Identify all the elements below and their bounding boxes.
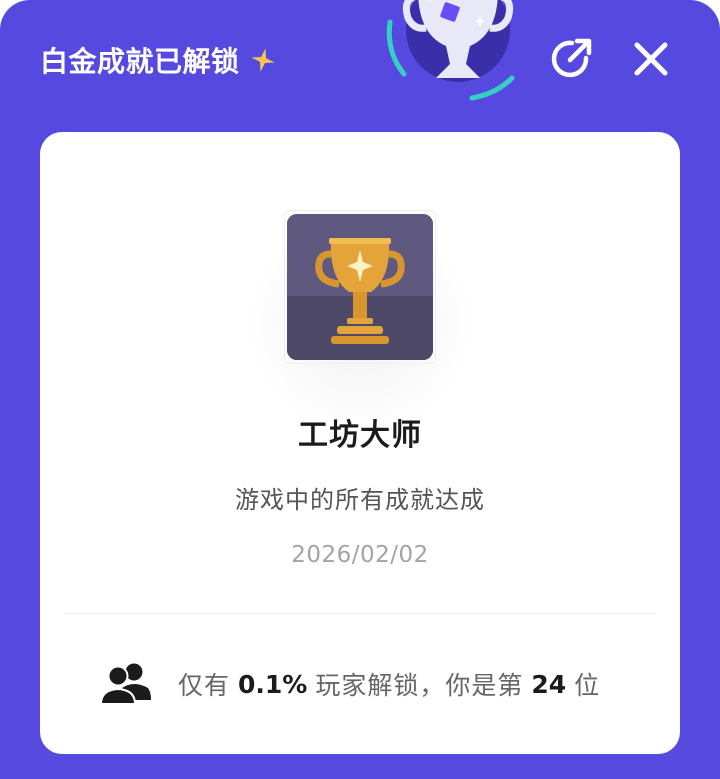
achievement-badge	[287, 214, 433, 360]
share-button[interactable]	[547, 35, 595, 83]
unlock-percent: 0.1%	[238, 669, 308, 699]
unlock-rank: 24	[531, 669, 567, 699]
divider	[64, 613, 656, 614]
trophy-icon	[384, 0, 524, 110]
users-icon	[100, 663, 151, 705]
achievement-description: 游戏中的所有成就达成	[235, 486, 485, 514]
achievement-screen: 白金成就已解锁 工坊大师 游戏中的所有成就达成 2026/02/02 仅有 0.…	[0, 0, 720, 779]
unlock-stats: 仅有 0.1% 玩家解锁，你是第 24 位	[100, 662, 600, 706]
gold-trophy-icon	[315, 238, 405, 344]
achievement-panel: 白金成就已解锁 工坊大师 游戏中的所有成就达成 2026/02/02 仅有 0.…	[0, 0, 720, 779]
stats-middle: 玩家解锁，你是第	[315, 671, 524, 700]
achievement-card: 工坊大师 游戏中的所有成就达成 2026/02/02 仅有 0.1% 玩家解锁，…	[40, 132, 680, 754]
unlock-date: 2026/02/02	[291, 542, 429, 568]
stats-suffix: 位	[574, 671, 601, 700]
header: 白金成就已解锁	[40, 38, 276, 82]
close-icon	[634, 42, 668, 76]
achievement-name: 工坊大师	[298, 418, 422, 453]
stats-prefix: 仅有	[178, 671, 231, 700]
sparkle-icon	[250, 47, 276, 73]
share-icon	[551, 38, 592, 78]
header-title: 白金成就已解锁	[40, 45, 240, 78]
close-button[interactable]	[627, 35, 675, 83]
